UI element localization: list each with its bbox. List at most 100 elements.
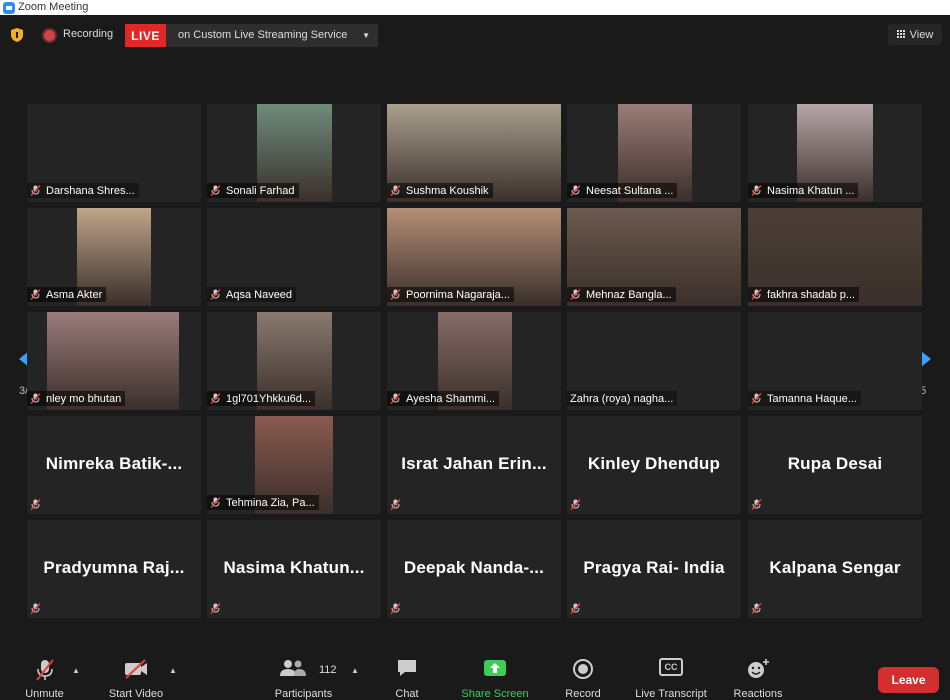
participant-name-label: Darshana Shres... [27, 183, 139, 198]
participant-name: Nimreka Batik-... [45, 454, 183, 473]
name-only-tile[interactable]: Kalpana Sengar [748, 520, 922, 618]
recording-icon [44, 30, 55, 41]
muted-mic-icon [390, 184, 401, 197]
stream-service-dropdown[interactable]: on Custom Live Streaming Service ▼ [166, 24, 378, 47]
name-only-tile[interactable]: Rupa Desai [748, 416, 922, 514]
participant-name: Pradyumna Raj... [43, 558, 185, 577]
unmute-button[interactable]: Unmute [17, 650, 72, 700]
audio-options-caret-icon[interactable]: ▲ [72, 666, 80, 675]
video-tile[interactable]: Nasima Khatun ... [748, 104, 922, 202]
name-only-tile[interactable]: Pragya Rai- India [567, 520, 741, 618]
start-video-button[interactable]: Start Video [100, 650, 172, 700]
muted-mic-icon [30, 497, 41, 511]
participant-name-label: nley mo bhutan [27, 391, 126, 406]
participant-name: fakhra shadab p... [767, 288, 856, 301]
meeting-top-bar: Recording LIVE on Custom Live Streaming … [0, 15, 950, 55]
view-button[interactable]: View [888, 24, 942, 45]
muted-mic-icon [390, 288, 401, 301]
participant-name: Asma Akter [46, 288, 103, 301]
participants-icon [280, 660, 306, 676]
participant-name-label: Tehmina Zia, Pa... [207, 495, 319, 510]
share-screen-label: Share Screen [461, 688, 529, 700]
video-tile[interactable]: nley mo bhutan [27, 312, 201, 410]
participant-name-label: Mehnaz Bangla... [567, 287, 676, 302]
record-button[interactable]: Record [560, 650, 606, 700]
muted-mic-icon [210, 601, 221, 615]
muted-mic-icon [570, 601, 581, 615]
name-only-tile[interactable]: Nimreka Batik-... [27, 416, 201, 514]
video-tile[interactable]: Mehnaz Bangla... [567, 208, 741, 306]
video-tile[interactable]: fakhra shadab p... [748, 208, 922, 306]
participant-name-label: fakhra shadab p... [748, 287, 860, 302]
name-only-tile[interactable]: Israt Jahan Erin... [387, 416, 561, 514]
participant-name-label: Poornima Nagaraja... [387, 287, 514, 302]
muted-mic-icon [30, 184, 41, 197]
participant-name: Ayesha Shammi... [406, 392, 496, 405]
name-only-tile[interactable]: Nasima Khatun... [207, 520, 381, 618]
participant-name: Tamanna Haque... [767, 392, 857, 405]
video-tile[interactable]: 1gl701Yhkku6d... [207, 312, 381, 410]
participant-name-label: Aqsa Naveed [207, 287, 297, 302]
participant-name: Kalpana Sengar [769, 558, 901, 577]
video-tile[interactable]: Aqsa Naveed [207, 208, 381, 306]
video-tile[interactable]: Poornima Nagaraja... [387, 208, 561, 306]
unmute-label: Unmute [25, 688, 64, 700]
view-label: View [909, 28, 934, 41]
recording-label: Recording [63, 28, 114, 40]
muted-mic-icon [570, 184, 581, 197]
muted-mic-icon [390, 392, 401, 405]
participant-name-label: 1gl701Yhkku6d... [207, 391, 316, 406]
participant-name-label: Asma Akter [27, 287, 107, 302]
leave-button[interactable]: Leave [878, 667, 939, 693]
chat-label: Chat [395, 688, 419, 700]
record-icon [573, 659, 593, 679]
participant-name: Nasima Khatun... [223, 558, 365, 577]
shield-icon[interactable] [11, 28, 23, 42]
video-tile[interactable]: Asma Akter [27, 208, 201, 306]
window-title: Zoom Meeting [18, 1, 89, 13]
start-video-label: Start Video [108, 688, 164, 700]
live-transcript-button[interactable]: CC Live Transcript [628, 650, 714, 700]
muted-mic-icon [751, 288, 762, 301]
chat-button[interactable]: Chat [385, 650, 429, 700]
muted-mic-icon [390, 601, 401, 615]
participant-name: Neesat Sultana ... [586, 184, 674, 197]
name-only-tile[interactable]: Deepak Nanda-... [387, 520, 561, 618]
reactions-icon [748, 659, 769, 678]
participant-name: Darshana Shres... [46, 184, 135, 197]
video-tile[interactable]: Sonali Farhad [207, 104, 381, 202]
video-tile[interactable]: Sushma Koushik [387, 104, 561, 202]
participants-options-caret-icon[interactable]: ▲ [351, 666, 359, 675]
stream-service-label: on Custom Live Streaming Service [178, 29, 348, 41]
grid-view-icon [896, 30, 906, 39]
participant-name-label: Nasima Khatun ... [748, 183, 859, 198]
muted-mic-icon [30, 392, 41, 405]
name-only-tile[interactable]: Kinley Dhendup [567, 416, 741, 514]
muted-mic-icon [570, 497, 581, 511]
participant-name-label: Tamanna Haque... [748, 391, 861, 406]
participants-button[interactable]: 112 Participants [266, 650, 341, 700]
participant-name: Kinley Dhendup [587, 454, 721, 473]
meeting-toolbar: Unmute ▲ Start Video ▲ 112 Participants … [0, 650, 950, 700]
participant-name: Aqsa Naveed [226, 288, 293, 301]
muted-mic-icon [751, 601, 762, 615]
video-tile[interactable]: Tamanna Haque... [748, 312, 922, 410]
participant-count: 112 [319, 664, 337, 676]
reactions-label: Reactions [733, 688, 783, 700]
participant-name: Poornima Nagaraja... [406, 288, 510, 301]
name-only-tile[interactable]: Pradyumna Raj... [27, 520, 201, 618]
video-tile[interactable]: Ayesha Shammi... [387, 312, 561, 410]
video-tile[interactable]: Neesat Sultana ... [567, 104, 741, 202]
live-badge: LIVE [125, 24, 166, 47]
video-tile[interactable]: Darshana Shres... [27, 104, 201, 202]
video-options-caret-icon[interactable]: ▲ [169, 666, 177, 675]
reactions-button[interactable]: Reactions [728, 650, 788, 700]
share-screen-button[interactable]: Share Screen [455, 650, 535, 700]
participant-name: Israt Jahan Erin... [401, 454, 547, 473]
video-tile[interactable]: Zahra (roya) nagha... [567, 312, 741, 410]
participant-name: 1gl701Yhkku6d... [226, 392, 312, 405]
muted-mic-icon [210, 392, 221, 405]
muted-mic-icon [210, 288, 221, 301]
participant-name: Zahra (roya) nagha... [570, 392, 674, 405]
video-tile[interactable]: Tehmina Zia, Pa... [207, 416, 381, 514]
